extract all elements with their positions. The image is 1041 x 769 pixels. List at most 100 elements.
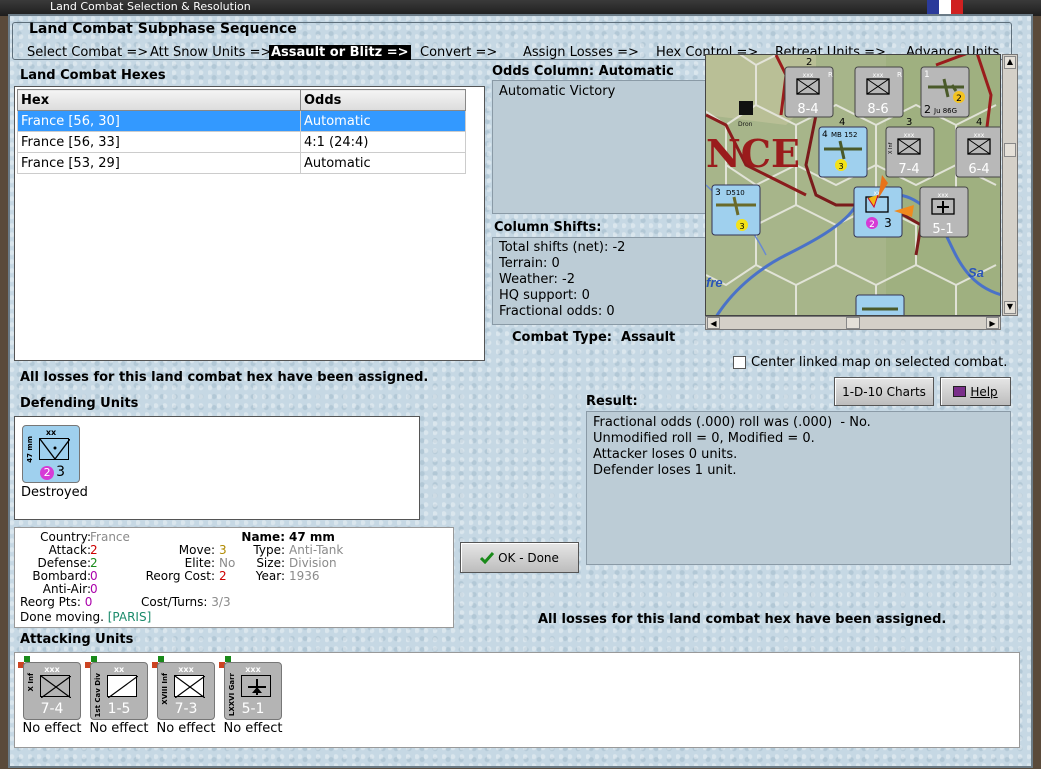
combat-type: Combat Type: Assault [512,330,676,345]
unit-status: No effect [22,721,82,736]
odds-cell[interactable]: Automatic [300,110,466,132]
scroll-up-icon[interactable]: ▲ [1004,56,1016,69]
result-line: Attacker loses 0 units. [593,447,738,462]
unit-badge: 2 [40,466,55,480]
svg-text:2: 2 [956,94,962,104]
hex-cell[interactable]: France [56, 30] [17,110,301,132]
infantry-symbol-icon [174,675,206,699]
svg-text:R: R [897,71,902,79]
map-counter[interactable]: 2 Ju 86G 2 1 [920,66,970,118]
unit-stats: 7-3 [174,701,198,717]
sequence-title: Land Combat Subphase Sequence [29,21,297,37]
center-map-checkbox[interactable] [733,356,746,369]
scroll-thumb[interactable] [1004,143,1016,157]
unit-counter[interactable]: xxx LXXVI Garr 5-1 [224,662,282,720]
unit-strength: 3 [56,464,65,480]
scroll-down-icon[interactable]: ▼ [1004,301,1016,314]
result-line: Fractional odds (.000) roll was (.000) -… [593,415,871,430]
unit-status: Destroyed [21,485,88,500]
map-label-sa: Sa [968,265,984,280]
map-vertical-scrollbar[interactable]: ▲ ▼ [1002,54,1018,316]
table-row[interactable]: France [56, 30] Automatic [17,110,466,132]
svg-text:R: R [828,71,833,79]
reorg-pts-label: Reorg Pts: [20,595,81,609]
map-horizontal-scrollbar[interactable]: ◀ ▶ [705,316,1001,330]
antiair-value: 0 [90,582,98,596]
result-panel: Fractional odds (.000) roll was (.000) -… [586,411,1011,565]
svg-text:3: 3 [884,216,892,230]
losses-message-bottom: All losses for this land combat hex have… [538,612,947,627]
cost-turns-label: Cost/Turns: [141,595,208,609]
book-icon [953,386,967,397]
result-line: Defender loses 1 unit. [593,463,737,478]
defending-unit[interactable]: xx 47 mm 23 Destroyed [21,425,88,500]
unit-counter[interactable]: xx 1st Cav Div 1-5 [90,662,148,720]
odds-cell[interactable]: Automatic [300,152,466,174]
unit-status: No effect [89,721,149,736]
odds-title: Odds Column: Automatic [492,64,674,79]
town-icon [739,101,753,115]
shifts-panel: Total shifts (net): -2 Terrain: 0 Weathe… [492,237,709,325]
hexes-title: Land Combat Hexes [20,68,166,83]
reorg-pts-value: 0 [84,595,93,609]
unit-name-vertical: XVIII Inf [161,673,169,705]
hex-cell[interactable]: France [53, 29] [17,152,301,174]
attacking-unit[interactable]: xxx LXXVI Garr 5-1 No effect [219,656,283,736]
shifts-title: Column Shifts: [494,220,602,235]
map-region-label: NCE [706,131,800,176]
attacking-unit[interactable]: xxx X Inf 7-4 No effect [18,656,82,736]
scroll-right-icon[interactable]: ▶ [986,317,999,329]
hexes-table: Hex Odds France [56, 30] Automatic Franc… [17,89,466,174]
svg-text:X Inf: X Inf [888,142,894,154]
svg-text:2: 2 [806,57,812,68]
unit-status: No effect [223,721,283,736]
defending-title: Defending Units [20,396,139,411]
unit-counter[interactable]: xx 47 mm 23 [22,425,80,483]
map-counter[interactable]: 3 D510 3 [711,184,761,236]
column-header-odds[interactable]: Odds [300,89,466,111]
svg-text:5-1: 5-1 [932,222,953,237]
svg-text:4: 4 [839,117,845,128]
checkmark-icon [480,551,495,564]
map-counter[interactable]: xxx 5-1 [919,186,969,238]
odds-cell[interactable]: 4:1 (24:4) [300,131,466,153]
done-moving-label: Done moving. [20,610,104,624]
svg-text:7-4: 7-4 [898,162,919,177]
map-label-fre: fre [706,275,723,290]
antitank-symbol-icon [39,438,71,461]
center-map-label: Center linked map on selected combat. [751,355,1008,370]
unit-counter[interactable]: xxx X Inf 7-4 [23,662,81,720]
scroll-thumb[interactable] [846,317,860,329]
scroll-left-icon[interactable]: ◀ [707,317,720,329]
help-button-label: Help [970,384,998,399]
attacking-unit[interactable]: xx 1st Cav Div 1-5 No effect [85,656,149,736]
column-header-hex[interactable]: Hex [17,89,301,111]
unit-stats: 23 [23,464,79,480]
linked-map[interactable]: NCE Sa fre Dron xxx 8-4 R 2 xxx 8-6 R 2 [705,54,1001,316]
table-row[interactable]: France [56, 33] 4:1 (24:4) [17,131,466,153]
map-counter[interactable]: 2 3 xx [853,186,903,238]
shift-total: Total shifts (net): -2 [499,240,626,255]
infantry-symbol-icon [40,675,72,699]
svg-text:4: 4 [822,130,828,140]
reorg-cost-value: 2 [219,569,227,583]
svg-text:D510: D510 [726,189,745,197]
ok-done-button[interactable]: OK - Done [460,542,579,573]
map-counter[interactable]: xxx 8-6 R [854,66,904,118]
unit-stats: 1-5 [107,701,131,717]
table-row[interactable]: France [53, 29] Automatic [17,152,466,174]
map-counter[interactable] [855,294,905,316]
year-label: Year: [255,569,285,583]
svg-text:xxx: xxx [803,72,814,79]
help-button[interactable]: Help [940,377,1011,406]
odds-value: Automatic Victory [499,84,616,99]
unit-stats: 7-4 [40,701,64,717]
attacking-title: Attacking Units [20,632,134,647]
svg-text:MB 152: MB 152 [831,131,857,139]
unit-counter[interactable]: xxx XVIII Inf 7-3 [157,662,215,720]
year-value: 1936 [289,569,320,583]
charts-button[interactable]: 1-D-10 Charts [834,377,934,406]
hex-cell[interactable]: France [56, 33] [17,131,301,153]
svg-text:xxx: xxx [938,192,949,199]
attacking-unit[interactable]: xxx XVIII Inf 7-3 No effect [152,656,216,736]
